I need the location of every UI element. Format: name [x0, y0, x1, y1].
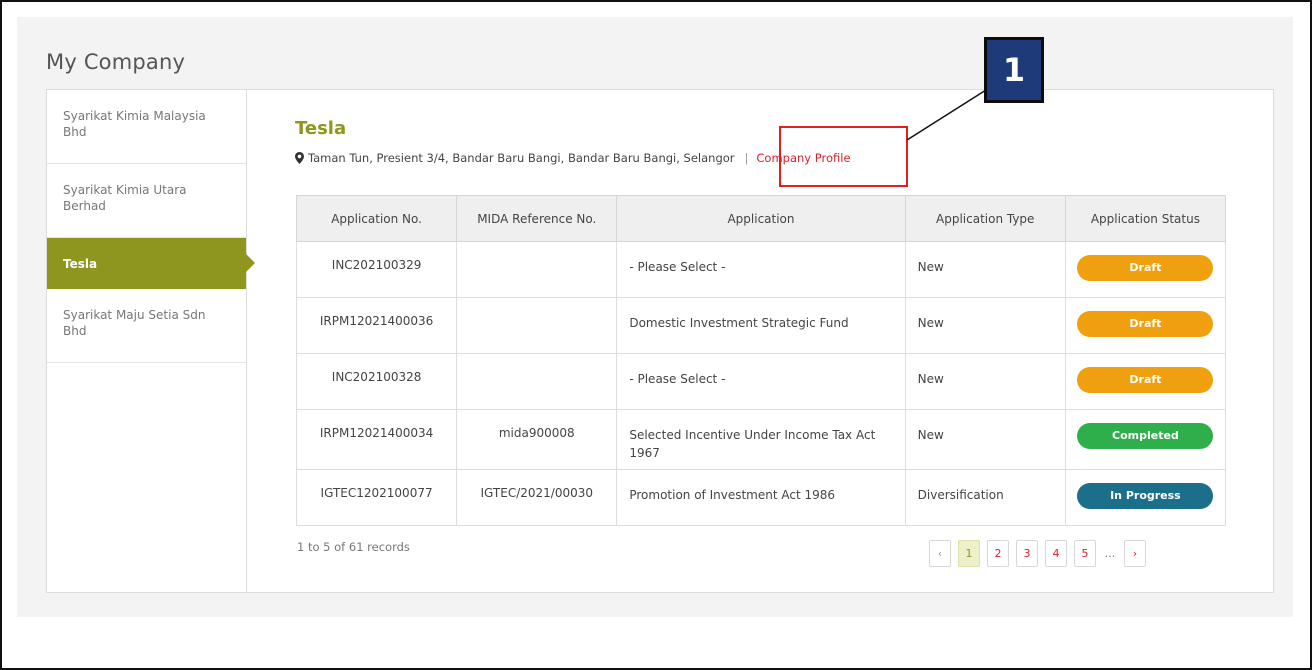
callout-pointer: [906, 89, 987, 141]
callout-pointer-line: [906, 89, 987, 141]
callout-number-badge: 1: [984, 37, 1044, 103]
